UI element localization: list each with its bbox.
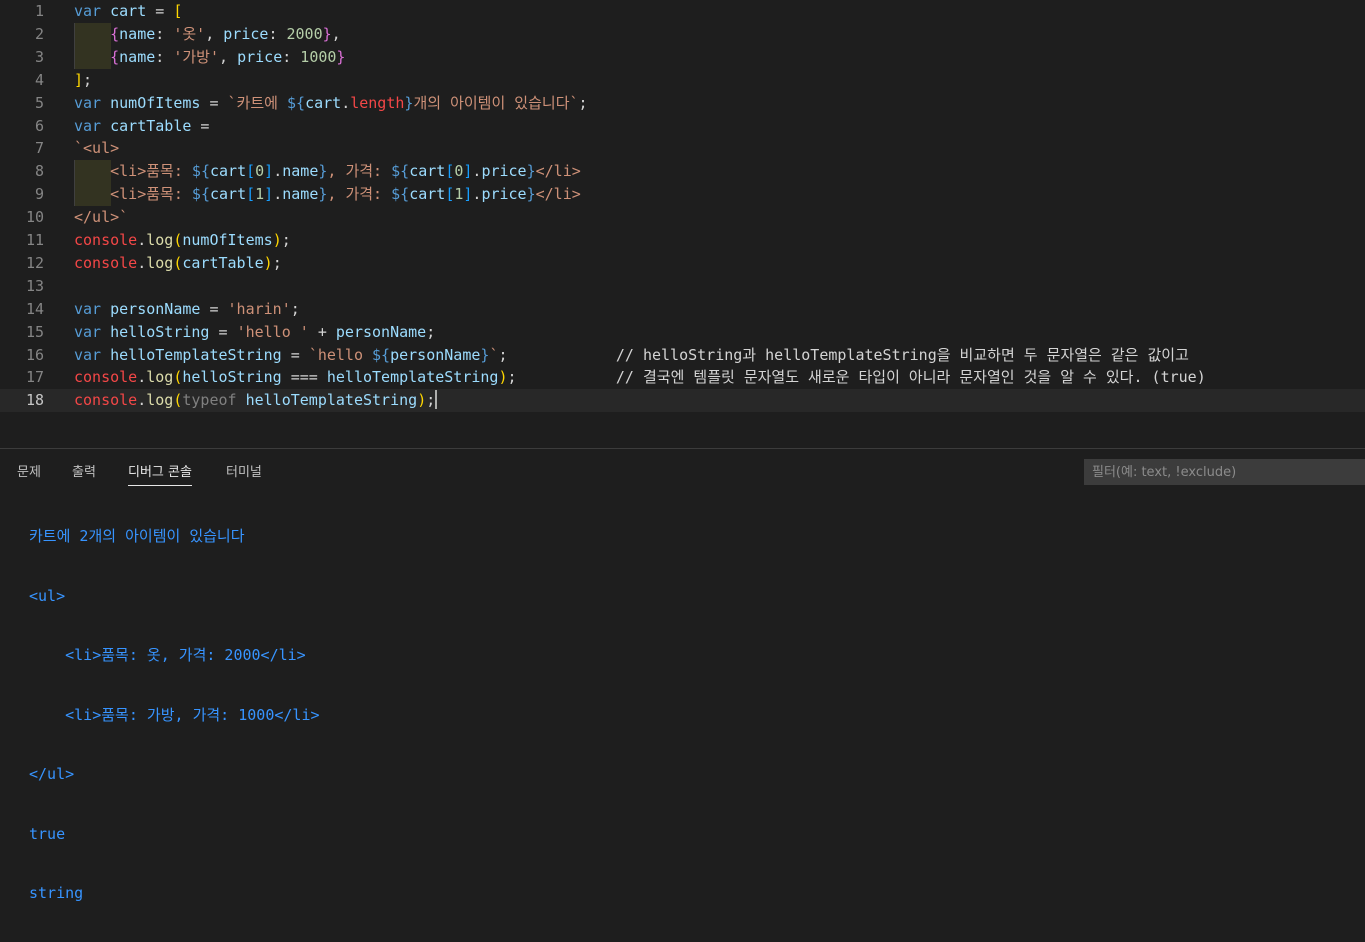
line-number: 10 — [25, 208, 44, 227]
code-line[interactable]: 7 `<ul> — [0, 137, 1365, 160]
code-line[interactable]: 17 console.log(helloString === helloTempl… — [0, 366, 1365, 389]
line-number: 4 — [34, 70, 44, 89]
line-number: 5 — [34, 93, 44, 112]
code-text: {name: '옷', price: 2000}, — [110, 24, 341, 43]
console-line: true — [29, 824, 66, 843]
code-line[interactable]: 15 var helloString = 'hello ' + personNam… — [0, 321, 1365, 344]
code-text: <li>품목: ${cart[1].name}, 가격: ${cart[1].p… — [110, 185, 581, 204]
line-number: 1 — [34, 2, 44, 20]
line-number: 9 — [34, 185, 44, 204]
code-editor[interactable]: 1 var cart = [ 2 {name: '옷', price: 2000},… — [0, 0, 1365, 448]
code-text: ]; — [74, 70, 93, 89]
line-number: 17 — [25, 368, 44, 387]
code-line[interactable]: 10 </ul>` — [0, 206, 1365, 229]
line-number: 7 — [34, 139, 44, 158]
code-line[interactable]: 4]; — [0, 69, 1365, 92]
code-text: console.log(helloString === helloTemplat… — [74, 368, 1206, 387]
code-text: var personName = 'harin'; — [74, 299, 300, 318]
code-line[interactable]: 8 <li>품목: ${cart[0].name}, 가격: ${cart[0]… — [0, 160, 1365, 184]
console-line: </ul> — [29, 765, 75, 783]
code-text: console.log(cartTable); — [74, 253, 282, 272]
tab-problems[interactable]: 문제 — [17, 461, 41, 485]
code-line[interactable]: 1 var cart = [ — [0, 0, 1365, 23]
code-line[interactable]: 16 var helloTemplateString = `hello ${per… — [0, 344, 1365, 367]
code-text: console.log(numOfItems); — [74, 231, 291, 249]
code-line[interactable]: 12 console.log(cartTable); — [0, 252, 1365, 275]
code-line[interactable]: 13 — [0, 275, 1365, 298]
console-filter-input[interactable] — [1084, 459, 1365, 485]
code-text: var helloTemplateString = `hello ${perso… — [74, 345, 1189, 364]
bottom-panel: 문제 출력 디버그 콘솔 터미널 카트에 2개의 아이템이 있습니다 <ul> … — [0, 448, 1365, 902]
console-line: <li>품목: 가방, 가격: 1000</li> — [29, 705, 320, 724]
tab-output[interactable]: 출력 — [72, 461, 96, 485]
console-line: <li>품목: 옷, 가격: 2000</li> — [29, 646, 306, 664]
console-line: string — [29, 884, 84, 902]
code-line[interactable]: 9 <li>품목: ${cart[1].name}, 가격: ${cart[1]… — [0, 183, 1365, 207]
line-number: 2 — [34, 24, 44, 43]
code-text: <li>품목: ${cart[0].name}, 가격: ${cart[0].p… — [110, 162, 581, 181]
console-line: <ul> — [29, 586, 66, 605]
code-line[interactable]: 14 var personName = 'harin'; — [0, 298, 1365, 321]
line-number: 8 — [34, 162, 44, 181]
code-text: {name: '가방', price: 1000} — [110, 47, 346, 66]
console-line: 카트에 2개의 아이템이 있습니다 — [29, 527, 245, 545]
code-text: console.log(typeof helloTemplateString); — [74, 389, 438, 410]
line-number: 16 — [25, 345, 44, 364]
code-text: var helloString = 'hello ' + personName; — [74, 322, 436, 341]
line-number: 13 — [25, 276, 44, 295]
code-text: var numOfItems = `카트에 ${cart.length}개의 아… — [74, 93, 588, 112]
line-number: 15 — [25, 322, 44, 341]
code-line[interactable]: 5 var numOfItems = `카트에 ${cart.length}개의 … — [0, 92, 1365, 115]
text-cursor — [435, 389, 438, 409]
code-line[interactable]: 3 {name: '가방', price: 1000} — [0, 45, 1365, 69]
line-number: 6 — [34, 116, 44, 135]
debug-console-output: 카트에 2개의 아이템이 있습니다 <ul> <li>품목: 옷, 가격: 20… — [29, 489, 1329, 942]
code-text: var cartTable = — [74, 116, 210, 135]
code-text: </ul>` — [74, 208, 129, 227]
line-number: 3 — [34, 47, 44, 66]
panel-tabs: 문제 출력 디버그 콘솔 터미널 — [0, 449, 1000, 489]
line-number: 12 — [25, 253, 44, 272]
code-line[interactable]: 2 {name: '옷', price: 2000}, — [0, 22, 1365, 46]
code-line[interactable]: 11 console.log(numOfItems); — [0, 229, 1365, 252]
line-number: 18 — [25, 391, 44, 410]
line-number: 14 — [25, 299, 44, 318]
tab-terminal[interactable]: 터미널 — [226, 461, 262, 485]
code-line[interactable]: 6 var cartTable = — [0, 115, 1365, 138]
code-text: var cart = [ — [74, 2, 183, 20]
code-text: `<ul> — [74, 139, 120, 158]
line-number: 11 — [25, 231, 44, 249]
tab-debug-console[interactable]: 디버그 콘솔 — [128, 461, 192, 486]
code-line[interactable]: 18 console.log(typeof helloTemplateString… — [0, 389, 1365, 413]
